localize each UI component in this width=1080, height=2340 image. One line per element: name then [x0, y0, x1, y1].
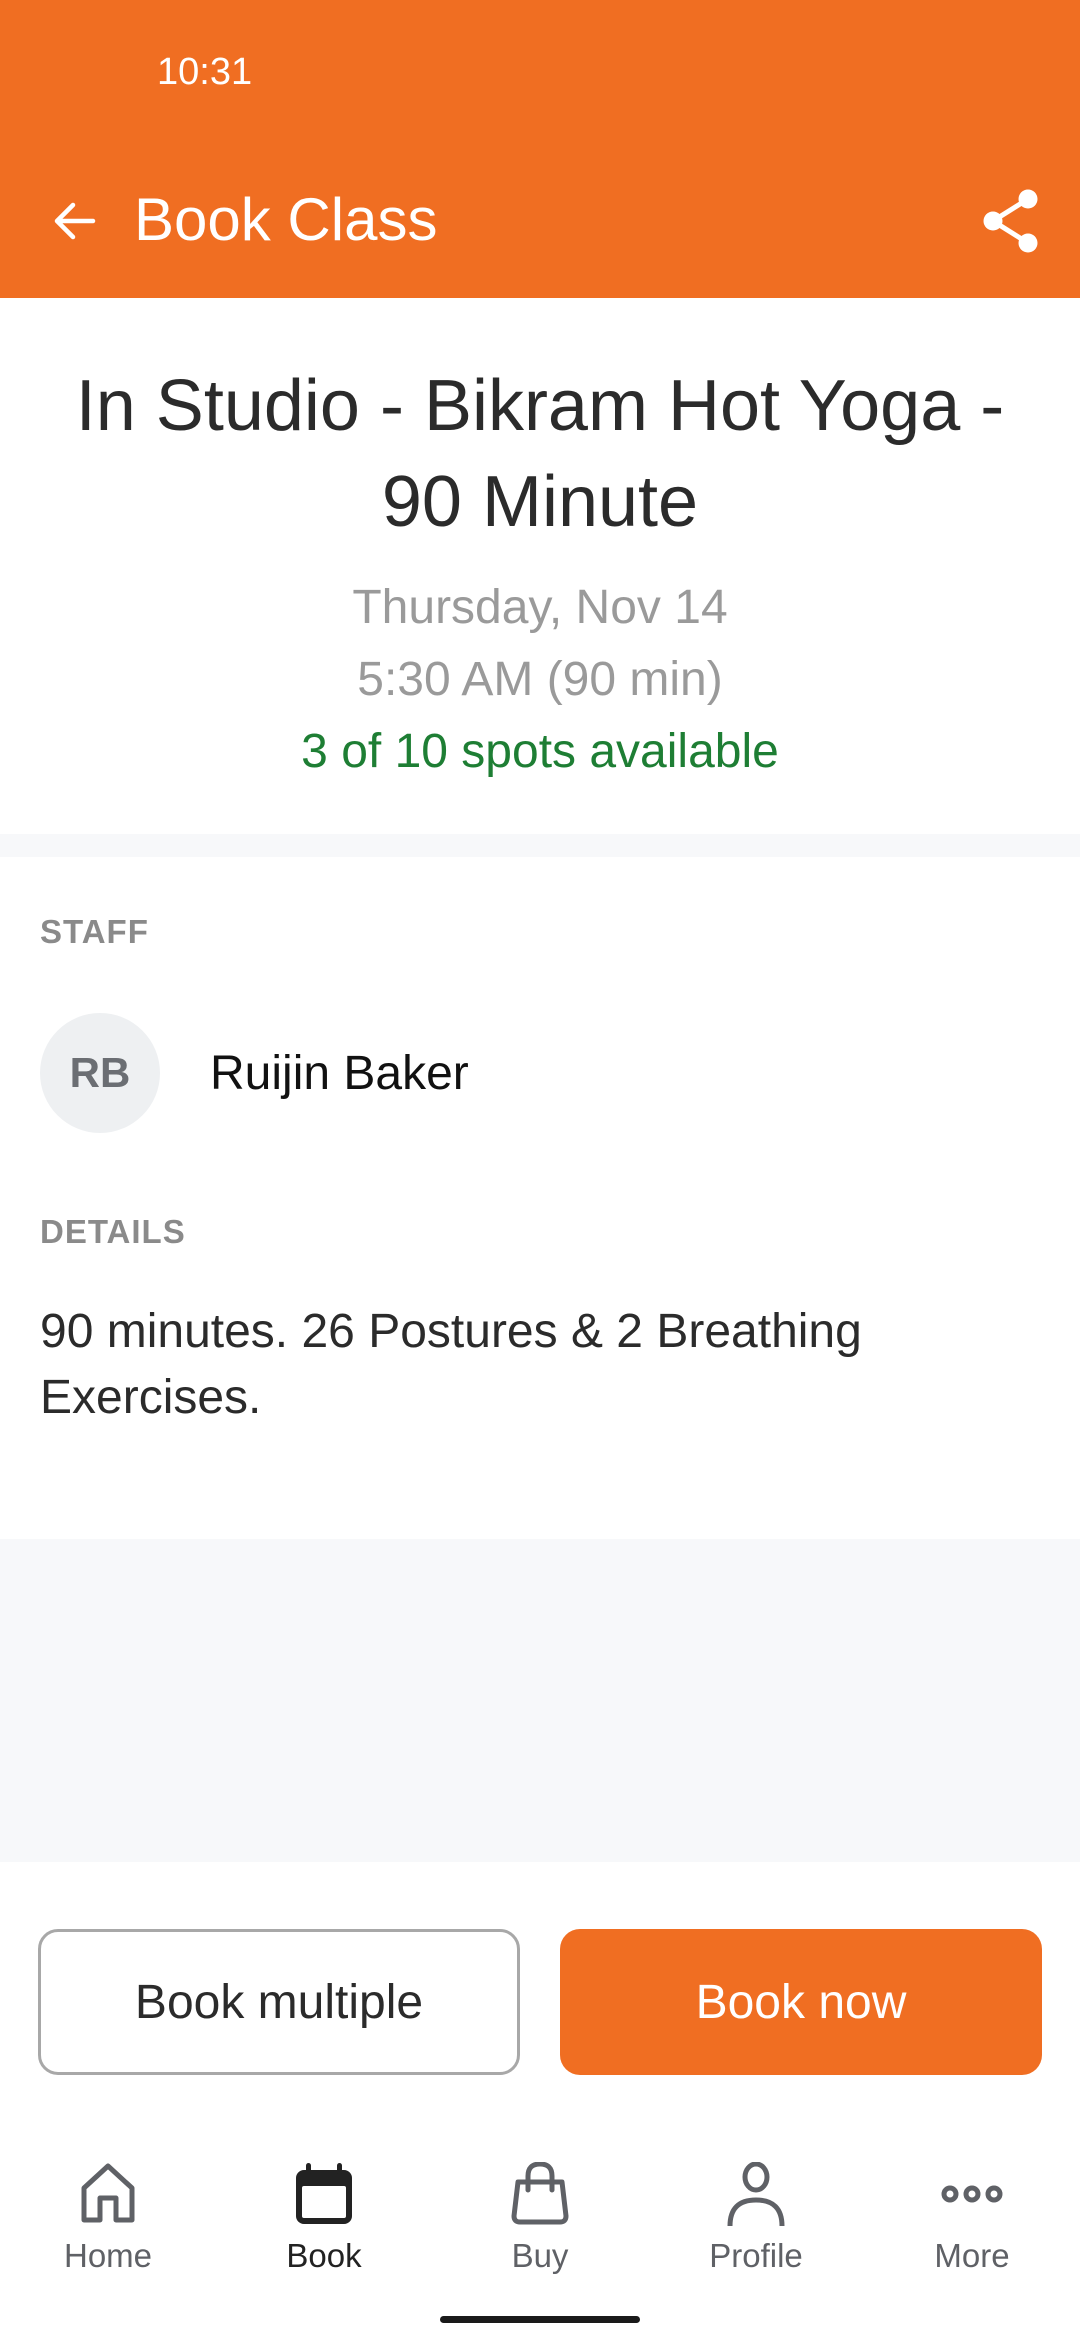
class-time: 5:30 AM (90 min)	[357, 653, 723, 706]
home-indicator[interactable]	[440, 2316, 640, 2323]
nav-label-home: Home	[63, 2237, 153, 2274]
class-description: 90 minutes. 26 Postures & 2 Breathing Ex…	[40, 1305, 862, 1424]
nav-item-more[interactable]: More	[864, 2150, 1080, 2290]
bottom-navigation: Home Book Buy Profile More	[0, 2150, 1080, 2290]
nav-item-home[interactable]: Home	[0, 2150, 216, 2290]
nav-item-book[interactable]: Book	[216, 2150, 432, 2290]
shopping-bag-icon	[511, 2162, 569, 2225]
back-button[interactable]	[40, 186, 110, 256]
nav-item-profile[interactable]: Profile	[648, 2150, 864, 2290]
person-icon	[727, 2162, 785, 2226]
share-icon	[983, 189, 1038, 253]
share-button[interactable]	[972, 181, 1052, 261]
more-horizontal-icon	[941, 2185, 1003, 2203]
book-class-screen: 10:31 Book Class In Studio - Bikram Hot …	[0, 0, 1080, 2340]
availability-status: 3 of 10 spots available	[301, 725, 779, 778]
arrow-left-icon	[54, 202, 96, 240]
class-summary-card: In Studio - Bikram Hot Yoga - 90 Minute …	[0, 298, 1080, 834]
calendar-icon	[296, 2163, 352, 2224]
section-divider	[0, 834, 1080, 857]
staff-section-label: STAFF	[40, 913, 149, 950]
staff-name: Ruijin Baker	[210, 1046, 469, 1100]
class-title: In Studio - Bikram Hot Yoga - 90 Minute	[75, 366, 1005, 542]
book-now-button[interactable]: Book now	[560, 1929, 1042, 2075]
staff-item[interactable]: RB Ruijin Baker	[40, 1013, 469, 1133]
nav-label-profile: Profile	[709, 2237, 803, 2274]
details-section-label: DETAILS	[40, 1213, 186, 1250]
nav-item-buy[interactable]: Buy	[432, 2150, 648, 2290]
empty-content-area	[0, 1539, 1080, 1862]
nav-label-book: Book	[286, 2237, 362, 2274]
class-info-card: STAFF RB Ruijin Baker DETAILS 90 minutes…	[0, 857, 1080, 1539]
app-header: 10:31 Book Class	[0, 0, 1080, 298]
nav-label-buy: Buy	[511, 2237, 569, 2274]
class-date: Thursday, Nov 14	[352, 581, 728, 634]
avatar: RB	[40, 1013, 160, 1133]
home-icon	[81, 2163, 135, 2223]
nav-label-more: More	[934, 2237, 1010, 2274]
book-multiple-button[interactable]: Book multiple	[38, 1929, 520, 2075]
status-bar-time: 10:31	[157, 51, 253, 93]
page-title: Book Class	[134, 186, 438, 253]
